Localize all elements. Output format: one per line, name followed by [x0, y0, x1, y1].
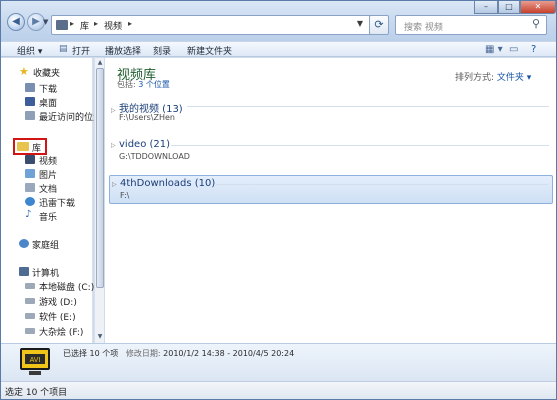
search-icon[interactable]: ⚲ — [532, 18, 544, 30]
play-selection-button[interactable]: 播放选择 — [105, 44, 141, 57]
open-icon: ▤ — [59, 44, 68, 54]
sidebar-item-libraries[interactable]: 库 — [32, 141, 41, 154]
scroll-up-icon[interactable]: ▲ — [96, 59, 104, 67]
library-icon — [56, 20, 68, 30]
status-bar: 选定 10 个项目 — [1, 381, 556, 399]
command-bar: 组织 ▾ ▤ 打开 播放选择 刻录 新建文件夹 ▦ ▾ ▭ ? — [1, 41, 556, 57]
group-video[interactable]: ▷ video (21) G:\TDDOWNLOAD — [109, 139, 553, 169]
minimize-button[interactable]: – — [474, 1, 498, 14]
view-options-icon[interactable]: ▦ ▾ — [485, 44, 503, 55]
group-my-videos[interactable]: ▷ 我的视频 (13) F:\Users\ZHen — [109, 100, 553, 130]
arrange-label: 排列方式: — [455, 73, 495, 83]
close-button[interactable]: ✕ — [520, 1, 556, 14]
scroll-thumb[interactable] — [96, 68, 104, 288]
sidebar-item-homegroup[interactable]: 家庭组 — [32, 238, 59, 251]
svg-text:AVI: AVI — [30, 357, 41, 364]
refresh-button[interactable]: ⟳ — [369, 15, 389, 35]
address-bar[interactable]: ▸ 库 ▸ 视频 ▸ ▼ — [51, 15, 386, 35]
includes-link[interactable]: 3 个位置 — [138, 80, 170, 89]
avi-file-icon: AVI — [20, 348, 50, 375]
modified-label: 修改日期: — [125, 349, 161, 358]
new-folder-button[interactable]: 新建文件夹 — [187, 44, 232, 57]
explorer-window: ◀ ▶ ▼ ▸ 库 ▸ 视频 ▸ ▼ ⟳ 搜索 视频 ⚲ – □ ✕ 组织 ▾ … — [0, 0, 557, 400]
organize-button[interactable]: 组织 ▾ — [17, 44, 42, 57]
sidebar-item-pictures[interactable]: 图片 — [39, 168, 57, 181]
details-pane: AVI 已选择 10 个项 修改日期: 2010/1/2 14:38 - 201… — [1, 343, 556, 381]
group-header[interactable]: ▷ video (21) — [111, 139, 170, 150]
preview-pane-icon[interactable]: ▭ — [509, 44, 518, 55]
sidebar-item-thunder[interactable]: 迅雷下载 — [39, 196, 75, 209]
group-path: F:\Users\ZHen — [119, 113, 175, 122]
sidebar-item-documents[interactable]: 文档 — [39, 182, 57, 195]
group-divider — [216, 184, 548, 185]
group-header[interactable]: ▷ 4thDownloads (10) — [112, 178, 215, 189]
sidebar-item-drive-d[interactable]: 游戏 (D:) — [39, 295, 77, 308]
address-dropdown-icon[interactable]: ▼ — [357, 19, 363, 28]
homegroup-icon — [19, 239, 29, 248]
selected-count: 已选择 10 个项 — [63, 349, 119, 358]
sidebar-item-music[interactable]: 音乐 — [39, 210, 57, 223]
sidebar-item-drive-e[interactable]: 软件 (E:) — [39, 310, 76, 323]
group-name: 4thDownloads (10) — [120, 178, 216, 189]
drive-icon — [25, 298, 35, 304]
group-path: G:\TDDOWNLOAD — [119, 152, 190, 161]
desktop-icon — [25, 97, 35, 106]
maximize-button[interactable]: □ — [498, 1, 520, 14]
expand-arrow-icon[interactable]: ▷ — [111, 142, 119, 149]
video-icon — [25, 155, 35, 164]
sidebar-item-drive-c[interactable]: 本地磁盘 (C:) — [39, 280, 94, 293]
group-path: F:\ — [120, 191, 130, 200]
sidebar-item-recent[interactable]: 最近访问的位置 — [39, 110, 102, 123]
search-input[interactable]: 搜索 视频 — [395, 15, 547, 35]
open-button[interactable]: 打开 — [72, 44, 90, 57]
thunder-icon — [25, 197, 35, 206]
downloads-icon — [25, 83, 35, 92]
star-icon: ★ — [19, 65, 29, 78]
includes-label: 包括: — [117, 80, 136, 89]
sidebar-item-drive-f[interactable]: 大杂烩 (F:) — [39, 325, 83, 338]
library-folder-icon — [17, 142, 29, 151]
arrange-by: 排列方式: 文件夹 ▾ — [455, 70, 531, 83]
drive-icon — [25, 313, 35, 319]
breadcrumb-library[interactable]: 库 — [80, 19, 89, 32]
group-divider — [171, 145, 549, 146]
drive-icon — [25, 328, 35, 334]
sidebar-item-computer[interactable]: 计算机 — [32, 266, 59, 279]
music-icon: ♪ — [25, 209, 32, 220]
sidebar-item-videos[interactable]: 视频 — [39, 154, 57, 167]
chevron-right-icon[interactable]: ▸ — [70, 19, 74, 28]
documents-icon — [25, 183, 35, 192]
arrange-dropdown[interactable]: 文件夹 ▾ — [497, 73, 531, 83]
burn-button[interactable]: 刻录 — [153, 44, 171, 57]
modified-value: 2010/1/2 14:38 - 2010/4/5 20:24 — [163, 349, 295, 358]
navigation-pane: ★ 收藏夹 下载 桌面 最近访问的位置 库 视频 图片 文档 迅雷下载 ♪ 音乐… — [1, 58, 102, 343]
history-dropdown-icon[interactable]: ▼ — [43, 18, 48, 26]
sidebar-item-desktop[interactable]: 桌面 — [39, 96, 57, 109]
library-content: 视频库 包括: 3 个位置 排列方式: 文件夹 ▾ ▷ 我的视频 (13) F:\… — [105, 58, 556, 343]
details-text: 已选择 10 个项 修改日期: 2010/1/2 14:38 - 2010/4/… — [63, 348, 294, 359]
library-includes: 包括: 3 个位置 — [117, 79, 170, 90]
help-icon[interactable]: ? — [531, 44, 536, 55]
chevron-right-icon[interactable]: ▸ — [128, 19, 132, 28]
recent-places-icon — [25, 111, 35, 120]
breadcrumb-videos[interactable]: 视频 — [104, 19, 122, 32]
scroll-down-icon[interactable]: ▼ — [96, 333, 104, 341]
title-bar: ◀ ▶ ▼ ▸ 库 ▸ 视频 ▸ ▼ ⟳ 搜索 视频 ⚲ – □ ✕ — [1, 1, 556, 41]
group-name: video (21) — [119, 139, 171, 150]
computer-icon — [19, 267, 29, 276]
organize-label: 组织 — [17, 47, 36, 57]
back-button[interactable]: ◀ — [7, 13, 25, 31]
sidebar-item-favorites[interactable]: 收藏夹 — [33, 66, 60, 79]
expand-arrow-icon[interactable]: ▷ — [111, 107, 119, 114]
sidebar-item-downloads[interactable]: 下载 — [39, 82, 57, 95]
window-controls: – □ ✕ — [474, 1, 556, 14]
group-4thdownloads[interactable]: ▷ 4thDownloads (10) F:\ — [109, 175, 553, 204]
pictures-icon — [25, 169, 35, 178]
chevron-right-icon[interactable]: ▸ — [94, 19, 98, 28]
sidebar-scrollbar[interactable]: ▲ ▼ — [94, 58, 104, 343]
drive-icon — [25, 283, 35, 289]
expand-arrow-icon[interactable]: ▷ — [112, 181, 120, 188]
group-divider — [187, 106, 549, 107]
